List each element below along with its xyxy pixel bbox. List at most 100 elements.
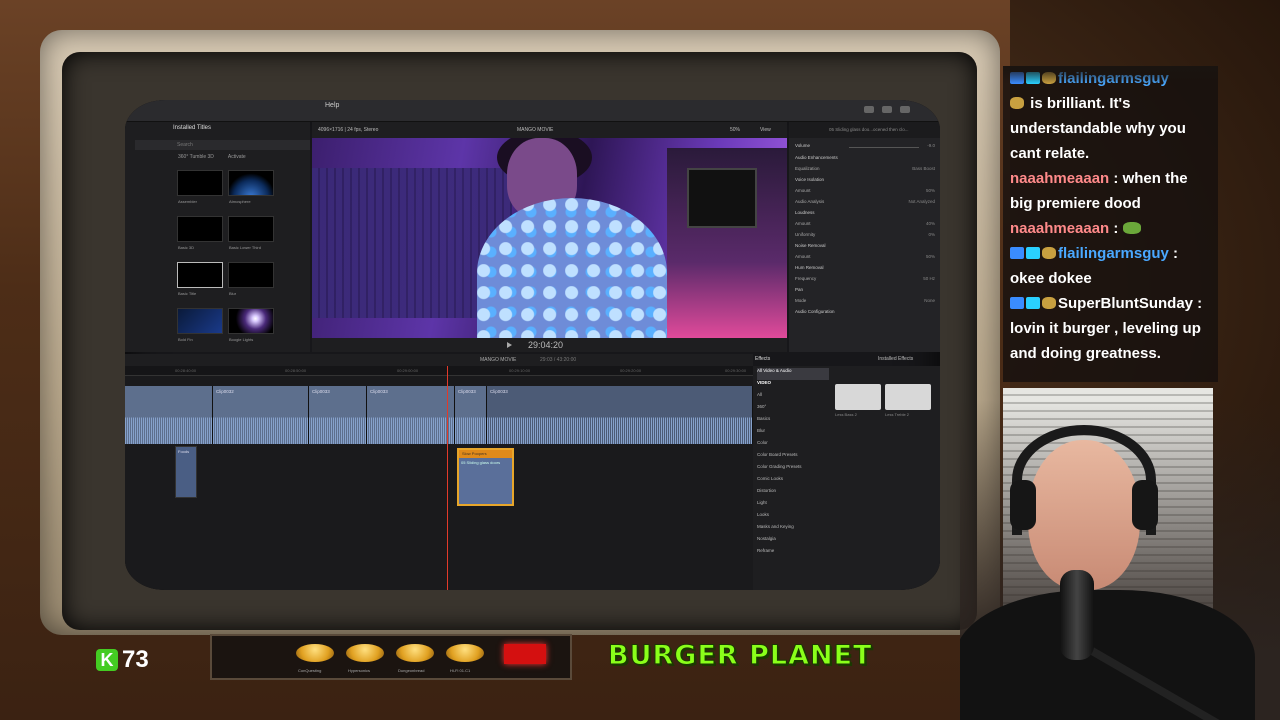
inspector-row-value[interactable]: 50%	[926, 254, 935, 261]
category-item[interactable]: 360° Tumble 3D	[178, 154, 214, 160]
burger-emote-icon	[1010, 97, 1024, 109]
effect-category[interactable]: Reframe	[757, 548, 829, 560]
timeline-ruler[interactable]: 00:28:40:00 00:28:50:00 00:29:00:00 00:2…	[125, 366, 753, 376]
chat-text: is brilliant. It's understandable why yo…	[1010, 95, 1186, 162]
inspector-row-label: Uniformity	[795, 232, 816, 237]
viewer-view-menu[interactable]: View	[760, 127, 771, 133]
key-icon[interactable]	[882, 106, 892, 113]
thumb-caption: Assembler	[178, 199, 197, 204]
chat-separator: :	[1168, 245, 1179, 262]
title-thumb[interactable]: Bold Fin	[177, 308, 223, 342]
connected-audio-clip[interactable]: Foods	[175, 446, 197, 498]
inspector-row-value[interactable]: None	[924, 298, 935, 305]
volume-value[interactable]: -9.0	[927, 143, 935, 150]
title-thumb[interactable]: Basic 3D	[177, 216, 223, 250]
timeline-project-name[interactable]: MANGO MOVIE	[480, 357, 516, 363]
timeline-clip[interactable]: Clip0033	[487, 386, 753, 444]
inspector-row[interactable]: Voice Isolation	[795, 177, 935, 184]
connected-title-clip[interactable]: Slow Poopers 05 Sliding glass doors	[457, 448, 514, 506]
effect-category[interactable]: 360°	[757, 404, 829, 416]
chat-badge-icon	[1010, 297, 1024, 309]
inspector-row-value[interactable]: Bass Boost	[912, 166, 935, 173]
timeline-clip[interactable]: Clip0032	[213, 386, 309, 444]
chat-username[interactable]: SuperBluntSunday	[1058, 295, 1193, 312]
inspector-header: 05 Sliding glass doo...ocened then clo..…	[789, 122, 940, 138]
inspector-row[interactable]: Pan	[795, 287, 935, 294]
effect-category[interactable]: Comic Looks	[757, 476, 829, 488]
chat-username[interactable]: flailingarmsguy	[1058, 245, 1169, 262]
inspector-row[interactable]: Noise Removal	[795, 243, 935, 250]
effect-category[interactable]: Nostalgia	[757, 536, 829, 548]
effect-category[interactable]: Light	[757, 500, 829, 512]
timeline-clip[interactable]: Clip0033	[367, 386, 455, 444]
effect-category[interactable]: Distortion	[757, 488, 829, 500]
inspector-row[interactable]: Amount 50%	[795, 188, 935, 195]
category-item[interactable]: Activate	[228, 154, 246, 160]
timeline-clip[interactable]: Clip0033	[455, 386, 487, 444]
title-thumb-selected[interactable]: Basic Title	[177, 262, 223, 296]
browser-search-input[interactable]: Search	[135, 140, 310, 150]
inspector-row[interactable]: Amount 40%	[795, 221, 935, 228]
inspector-row[interactable]: Audio Configuration	[795, 309, 935, 316]
effect-thumb[interactable]: Less Treble 2	[885, 384, 931, 417]
effect-category[interactable]: All Video & Audio	[757, 368, 829, 380]
effect-category[interactable]: VIDEO	[757, 380, 829, 392]
title-thumb[interactable]: Basic Lower Third	[228, 216, 274, 250]
download-icon[interactable]	[864, 106, 874, 113]
effect-category[interactable]: Basics	[757, 416, 829, 428]
title-thumb[interactable]: Atmosphere	[228, 170, 274, 204]
effect-category[interactable]: Color Grading Presets	[757, 464, 829, 476]
inspector-row-value[interactable]: Not Analyzed	[908, 199, 935, 206]
inspector-row[interactable]: Equalization Bass Boost	[795, 166, 935, 173]
share-icon[interactable]	[900, 106, 910, 113]
chat-username[interactable]: naaahmeaaan	[1010, 170, 1109, 187]
inspector-row-value[interactable]: 50 Hz	[923, 276, 935, 283]
inspector-row-label: Equalization	[795, 166, 820, 171]
follower-counter: K 73	[96, 646, 149, 674]
inspector-row[interactable]: Mode None	[795, 298, 935, 305]
inspector-row[interactable]: Uniformity 0%	[795, 232, 935, 239]
ruler-tick: 00:28:50:00	[285, 368, 307, 373]
chat-separator: :	[1109, 170, 1123, 187]
effects-installed[interactable]: Installed Effects	[878, 356, 913, 362]
browser-categories: 360° Tumble 3D Activate	[178, 154, 308, 160]
title-thumb[interactable]: Blur	[228, 262, 274, 296]
effect-category[interactable]: Blur	[757, 428, 829, 440]
effect-thumb[interactable]: Less Bass 2	[835, 384, 881, 417]
inspector-row-label: Amount	[795, 254, 811, 259]
inspector-row-value[interactable]: 0%	[928, 232, 935, 239]
effect-category[interactable]: Color	[757, 440, 829, 452]
inspector-row-value[interactable]: 40%	[926, 221, 935, 228]
inspector-row[interactable]: Audio Analysis Not Analyzed	[795, 199, 935, 206]
headphone-ear-right	[1132, 480, 1158, 530]
inspector-row-value[interactable]: 50%	[926, 188, 935, 195]
chat-username[interactable]: naaahmeaaan	[1010, 220, 1109, 237]
title-thumb[interactable]: Boogie Lights	[228, 308, 274, 342]
browser-title[interactable]: Installed Titles	[125, 122, 310, 138]
effect-category[interactable]: Looks	[757, 512, 829, 524]
inspector-row[interactable]: Loudness	[795, 210, 935, 217]
inspector-row[interactable]: Audio Enhancements	[795, 155, 935, 162]
viewer-timecode: 29:04:20	[528, 340, 564, 350]
menu-help[interactable]: Help	[325, 102, 339, 109]
chat-text: lovin it burger , leveling up and doing …	[1010, 320, 1201, 362]
effects-title[interactable]: Effects	[755, 356, 770, 362]
timeline-clip[interactable]: Clip0033	[309, 386, 367, 444]
timeline[interactable]: Clip0032 Clip0033 Clip0033 Clip0033 Clip…	[125, 376, 753, 590]
k-icon: K	[96, 649, 118, 671]
effect-category[interactable]: Color Board Presets	[757, 452, 829, 464]
inspector-row[interactable]: Hum Removal	[795, 265, 935, 272]
chat-separator: :	[1193, 295, 1203, 312]
title-thumb[interactable]: Assembler	[177, 170, 223, 204]
playhead[interactable]	[447, 366, 448, 590]
volume-slider[interactable]	[849, 147, 919, 148]
knob-label: Hypersonics	[348, 668, 371, 673]
viewer-zoom[interactable]: 50%	[730, 127, 740, 133]
ruler-tick: 00:29:30:00	[725, 368, 747, 373]
effect-category[interactable]: All	[757, 392, 829, 404]
timeline-clip[interactable]	[125, 386, 213, 444]
effect-category[interactable]: Masks and Keying	[757, 524, 829, 536]
inspector-row[interactable]: Frequency 50 Hz	[795, 276, 935, 283]
inspector-row[interactable]: Amount 50%	[795, 254, 935, 261]
play-icon[interactable]	[507, 342, 512, 348]
